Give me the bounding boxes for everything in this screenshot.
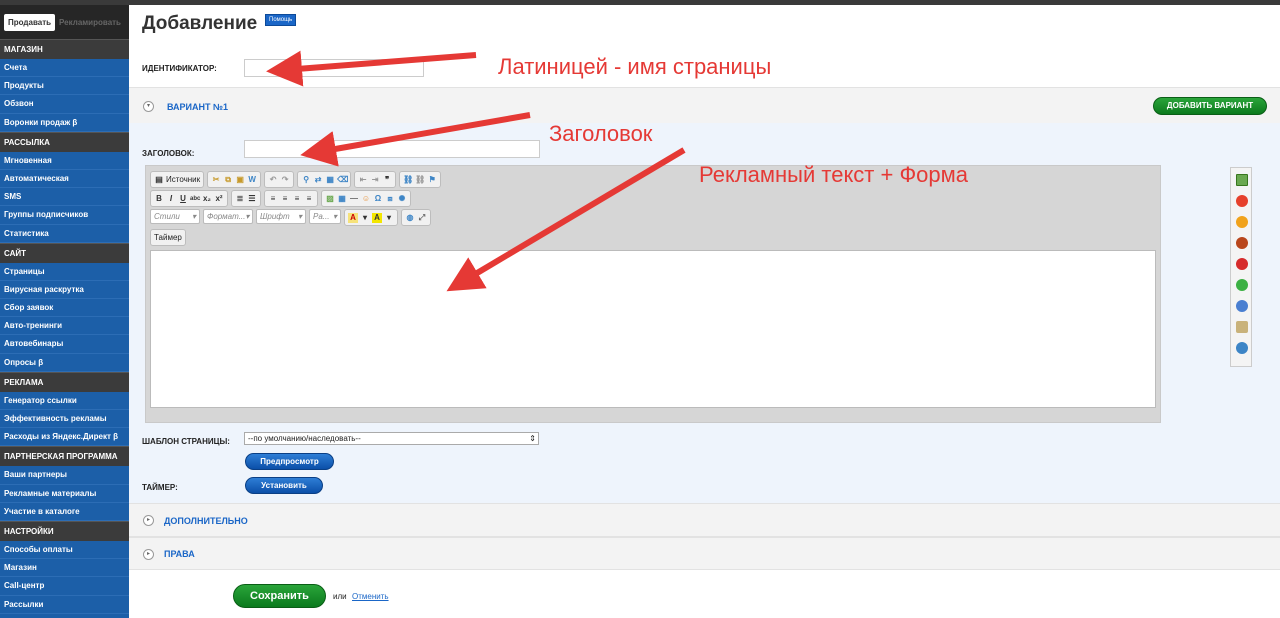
annotation-heading: Заголовок — [549, 121, 653, 146]
arrow-heading — [300, 112, 531, 167]
arrow-identifier — [266, 50, 477, 87]
annotation-latin: Латиницей - имя страницы — [498, 54, 772, 79]
annotation-arrows — [266, 50, 686, 292]
arrow-editor — [446, 147, 686, 292]
annotation-ad-text: Рекламный текст + Форма — [699, 162, 969, 187]
